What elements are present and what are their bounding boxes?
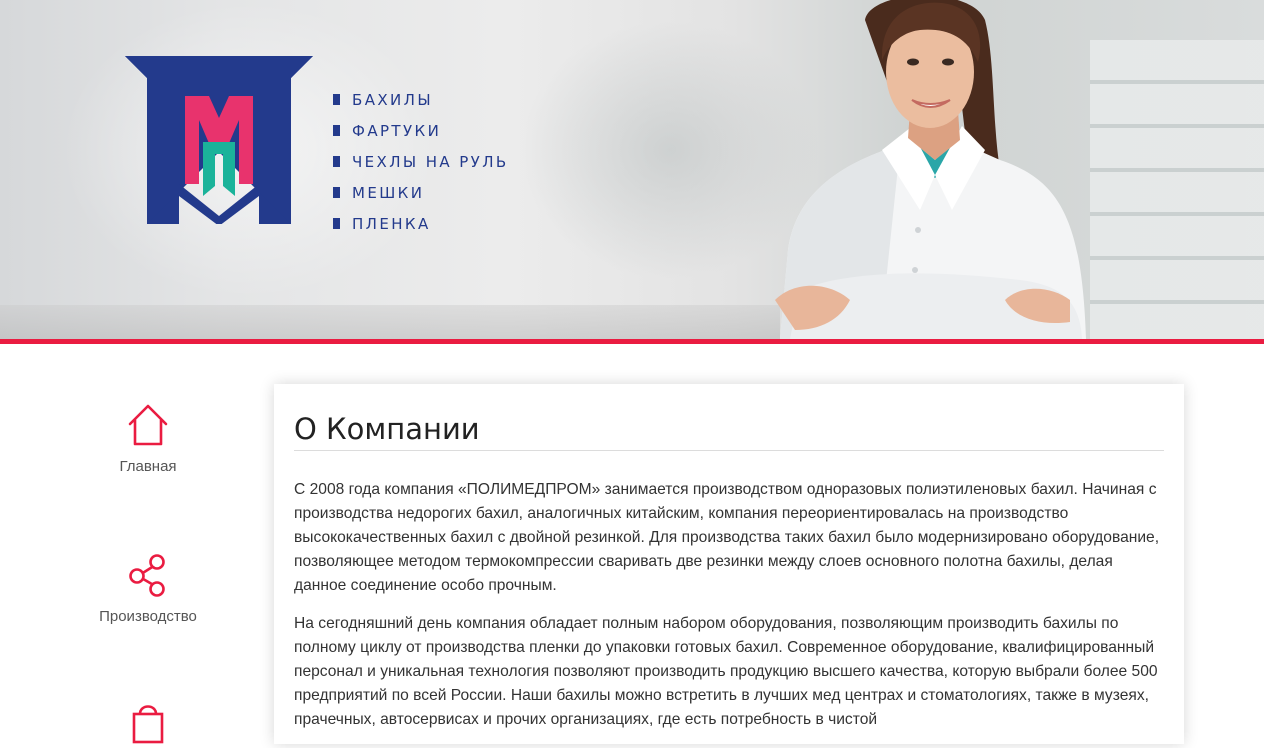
header-divider <box>0 339 1264 344</box>
square-bullet-icon <box>333 125 340 136</box>
about-company-card: О Компании С 2008 года компания «ПОЛИМЕД… <box>274 384 1184 744</box>
about-text: С 2008 года компания «ПОЛИМЕДПРОМ» заним… <box>294 478 1164 746</box>
menu-item-bakhily[interactable]: БАХИЛЫ <box>333 84 509 115</box>
product-menu: БАХИЛЫ ФАРТУКИ ЧЕХЛЫ НА РУЛЬ МЕШКИ ПЛЕНК… <box>333 84 509 239</box>
title-divider <box>294 450 1164 451</box>
square-bullet-icon <box>333 94 340 105</box>
pharmacist-photo <box>775 0 1086 339</box>
nav-item-shop[interactable] <box>70 702 226 748</box>
nav-item-label: Производство <box>99 608 197 625</box>
background-shelf <box>0 305 780 339</box>
share-icon <box>129 554 165 597</box>
paragraph: На сегодняшний день компания обладает по… <box>294 615 1158 728</box>
square-bullet-icon <box>333 187 340 198</box>
home-icon <box>128 404 168 446</box>
page-title: О Компании <box>294 412 480 446</box>
background-shelf <box>1090 40 1264 339</box>
nav-item-production[interactable]: Производство <box>70 552 226 625</box>
menu-item-label: ЧЕХЛЫ НА РУЛЬ <box>352 152 509 171</box>
menu-item-fartuki[interactable]: ФАРТУКИ <box>333 115 509 146</box>
menu-item-label: БАХИЛЫ <box>352 90 433 109</box>
menu-item-meshki[interactable]: МЕШКИ <box>333 177 509 208</box>
shopping-bag-icon <box>132 705 164 744</box>
company-logo <box>125 56 313 224</box>
square-bullet-icon <box>333 218 340 229</box>
nav-item-home[interactable]: Главная <box>70 402 226 475</box>
menu-item-label: ФАРТУКИ <box>352 121 442 140</box>
paragraph: С 2008 года компания «ПОЛИМЕДПРОМ» заним… <box>294 481 1160 594</box>
menu-item-label: ПЛЕНКА <box>352 214 431 233</box>
hero-banner: БАХИЛЫ ФАРТУКИ ЧЕХЛЫ НА РУЛЬ МЕШКИ ПЛЕНК… <box>0 0 1264 339</box>
square-bullet-icon <box>333 156 340 167</box>
menu-item-plenka[interactable]: ПЛЕНКА <box>333 208 509 239</box>
nav-item-label: Главная <box>119 458 177 475</box>
menu-item-chekhly[interactable]: ЧЕХЛЫ НА РУЛЬ <box>333 146 509 177</box>
menu-item-label: МЕШКИ <box>352 183 425 202</box>
